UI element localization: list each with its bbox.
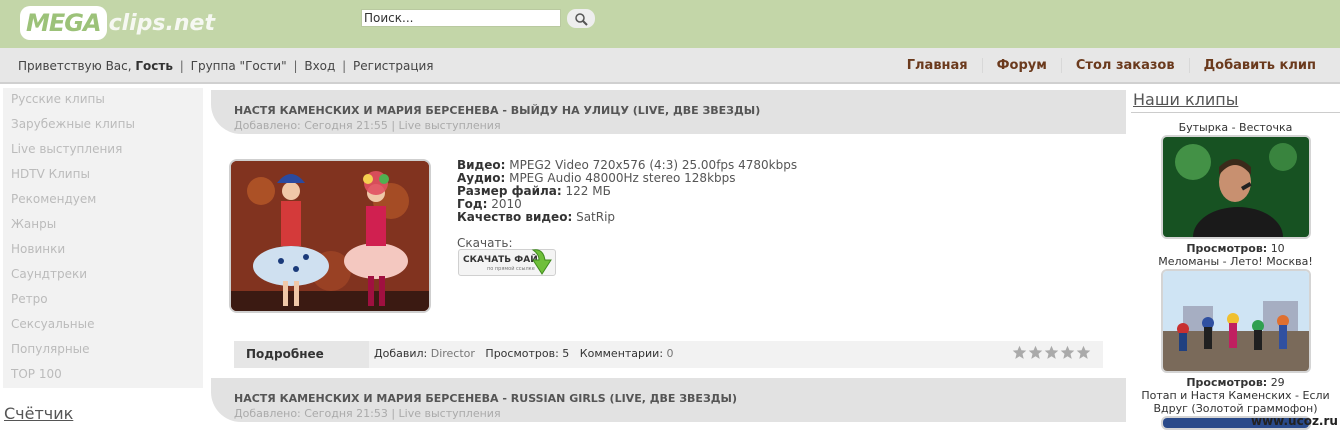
download-button-sub: по прямой ссылке xyxy=(487,266,535,272)
singer-image xyxy=(1163,137,1309,237)
star-icon[interactable] xyxy=(1044,345,1059,360)
greeting-user: Гость xyxy=(135,59,173,73)
clip-thumbnail[interactable] xyxy=(1161,135,1311,239)
counter-title: Счётчик xyxy=(4,404,74,423)
added-by-value[interactable]: Director xyxy=(431,347,475,360)
star-icon[interactable] xyxy=(1060,345,1075,360)
logo-clips-net: clips.net xyxy=(108,10,215,36)
sidebar-item-retro[interactable]: Ретро xyxy=(3,288,203,313)
top-menu: Главная Форум Стол заказов Добавить клип xyxy=(893,58,1330,73)
comments-value: 0 xyxy=(666,347,674,360)
star-icon[interactable] xyxy=(1076,345,1091,360)
clip-views: Просмотров: 29 xyxy=(1131,376,1340,389)
post-thumbnail[interactable] xyxy=(229,159,431,313)
post-title[interactable]: НАСТЯ КАМЕНСКИХ И МАРИЯ БЕРСЕНЕВА - ВЫЙД… xyxy=(234,104,760,117)
greeting-prefix: Приветствую Вас, xyxy=(18,59,132,73)
sidebar-our-clips: Наши клипы Бутырка - Весточка Просмотров… xyxy=(1131,88,1340,430)
year-value: 2010 xyxy=(491,197,522,211)
clip-views-value: 10 xyxy=(1270,242,1285,255)
search-input[interactable] xyxy=(361,9,561,27)
sidebar-item-foreign[interactable]: Зарубежные клипы xyxy=(3,113,203,138)
sidebar-item-soundtracks[interactable]: Саундтреки xyxy=(3,263,203,288)
star-icon[interactable] xyxy=(1028,345,1043,360)
added-by-label: Добавил: xyxy=(374,347,428,360)
menu-home[interactable]: Главная xyxy=(893,58,982,73)
clip-views-label: Просмотров: xyxy=(1186,376,1268,389)
greeting: Приветствую Вас, Гость | Группа "Гости" … xyxy=(18,59,434,73)
login-link[interactable]: Вход xyxy=(304,59,335,73)
quality-label: Качество видео: xyxy=(457,210,573,224)
views-value: 5 xyxy=(562,347,570,360)
rating-stars[interactable] xyxy=(1012,345,1091,360)
sidebar-item-sexy[interactable]: Сексуальные xyxy=(3,313,203,338)
search-button[interactable] xyxy=(567,9,595,28)
menu-orders[interactable]: Стол заказов xyxy=(1060,58,1189,73)
group-suffix: " xyxy=(281,59,287,73)
site-logo[interactable]: MEGA clips.net xyxy=(20,5,215,41)
performers-image xyxy=(231,161,429,311)
sidebar-item-live[interactable]: Live выступления xyxy=(3,138,203,163)
clip-title[interactable]: Меломаны - Лето! Москва! xyxy=(1131,255,1340,268)
post-stats: Добавил: Director Просмотров: 5 Коммента… xyxy=(374,347,674,360)
video-value: MPEG2 Video 720x576 (4:3) 25.00fps 4780k… xyxy=(509,158,798,172)
group-link[interactable]: Гости xyxy=(245,59,281,73)
size-label: Размер файла: xyxy=(457,184,562,198)
clip-title[interactable]: Потап и Настя Каменских - Если Вдруг (Зо… xyxy=(1131,389,1340,415)
size-value: 122 МБ xyxy=(565,184,611,198)
clip-title[interactable]: Бутырка - Весточка xyxy=(1131,121,1340,134)
quality-value: SatRip xyxy=(576,210,616,224)
clip-views-value: 29 xyxy=(1270,376,1285,389)
clip-views: Просмотров: 10 xyxy=(1131,242,1340,255)
audio-label: Аудио: xyxy=(457,171,506,185)
navbar: Приветствую Вас, Гость | Группа "Гости" … xyxy=(0,48,1340,84)
search-icon xyxy=(575,12,588,26)
post-title[interactable]: НАСТЯ КАМЕНСКИХ И МАРИЯ БЕРСЕНЕВА - RUSS… xyxy=(234,392,737,405)
clip-views-label: Просмотров: xyxy=(1186,242,1268,255)
post-header: НАСТЯ КАМЕНСКИХ И МАРИЯ БЕРСЕНЕВА - ВЫЙД… xyxy=(211,90,1126,134)
views-label: Просмотров: xyxy=(485,347,559,360)
sidebar-item-top100[interactable]: TOP 100 xyxy=(3,363,203,388)
year-label: Год: xyxy=(457,197,488,211)
video-label: Видео: xyxy=(457,158,506,172)
download-button[interactable]: СКАЧАТЬ ФАЙЛ по прямой ссылке xyxy=(458,249,556,276)
our-clips-title[interactable]: Наши клипы xyxy=(1133,90,1238,109)
sidebar-item-new[interactable]: Новинки xyxy=(3,238,203,263)
download-label: Скачать: xyxy=(457,236,513,250)
watermark: www.ucoz.ru xyxy=(1251,414,1338,428)
post-footer: Подробнее Добавил: Director Просмотров: … xyxy=(234,341,1103,368)
logo-mega: MEGA xyxy=(20,6,107,40)
sidebar-item-genres[interactable]: Жанры xyxy=(3,213,203,238)
sidebar-categories: Русские клипы Зарубежные клипы Live выст… xyxy=(3,88,203,388)
group-prefix: Группа " xyxy=(190,59,246,73)
audio-value: MPEG Audio 48000Hz stereo 128kbps xyxy=(509,171,736,185)
post-meta: Добавлено: Сегодня 21:53 | Live выступле… xyxy=(234,407,501,420)
sidebar-item-russian[interactable]: Русские клипы xyxy=(3,88,203,113)
comments-label: Комментарии: xyxy=(579,347,664,360)
menu-add-clip[interactable]: Добавить клип xyxy=(1188,58,1330,73)
group-image xyxy=(1163,271,1309,371)
video-info: Видео: MPEG2 Video 720x576 (4:3) 25.00fp… xyxy=(457,159,797,224)
sidebar-item-hdtv[interactable]: HDTV Клипы xyxy=(3,163,203,188)
post-header: НАСТЯ КАМЕНСКИХ И МАРИЯ БЕРСЕНЕВА - RUSS… xyxy=(211,378,1126,422)
divider xyxy=(1131,112,1340,113)
register-link[interactable]: Регистрация xyxy=(353,59,433,73)
more-label: Подробнее xyxy=(246,347,324,361)
menu-forum[interactable]: Форум xyxy=(981,58,1061,73)
more-button[interactable]: Подробнее xyxy=(234,341,369,368)
post-meta: Добавлено: Сегодня 21:55 | Live выступле… xyxy=(234,119,501,132)
download-arrow-icon xyxy=(531,249,552,275)
header: MEGA clips.net xyxy=(0,0,1340,48)
star-icon[interactable] xyxy=(1012,345,1027,360)
sidebar-item-recommended[interactable]: Рекомендуем xyxy=(3,188,203,213)
clip-thumbnail[interactable] xyxy=(1161,269,1311,373)
sidebar-item-popular[interactable]: Популярные xyxy=(3,338,203,363)
